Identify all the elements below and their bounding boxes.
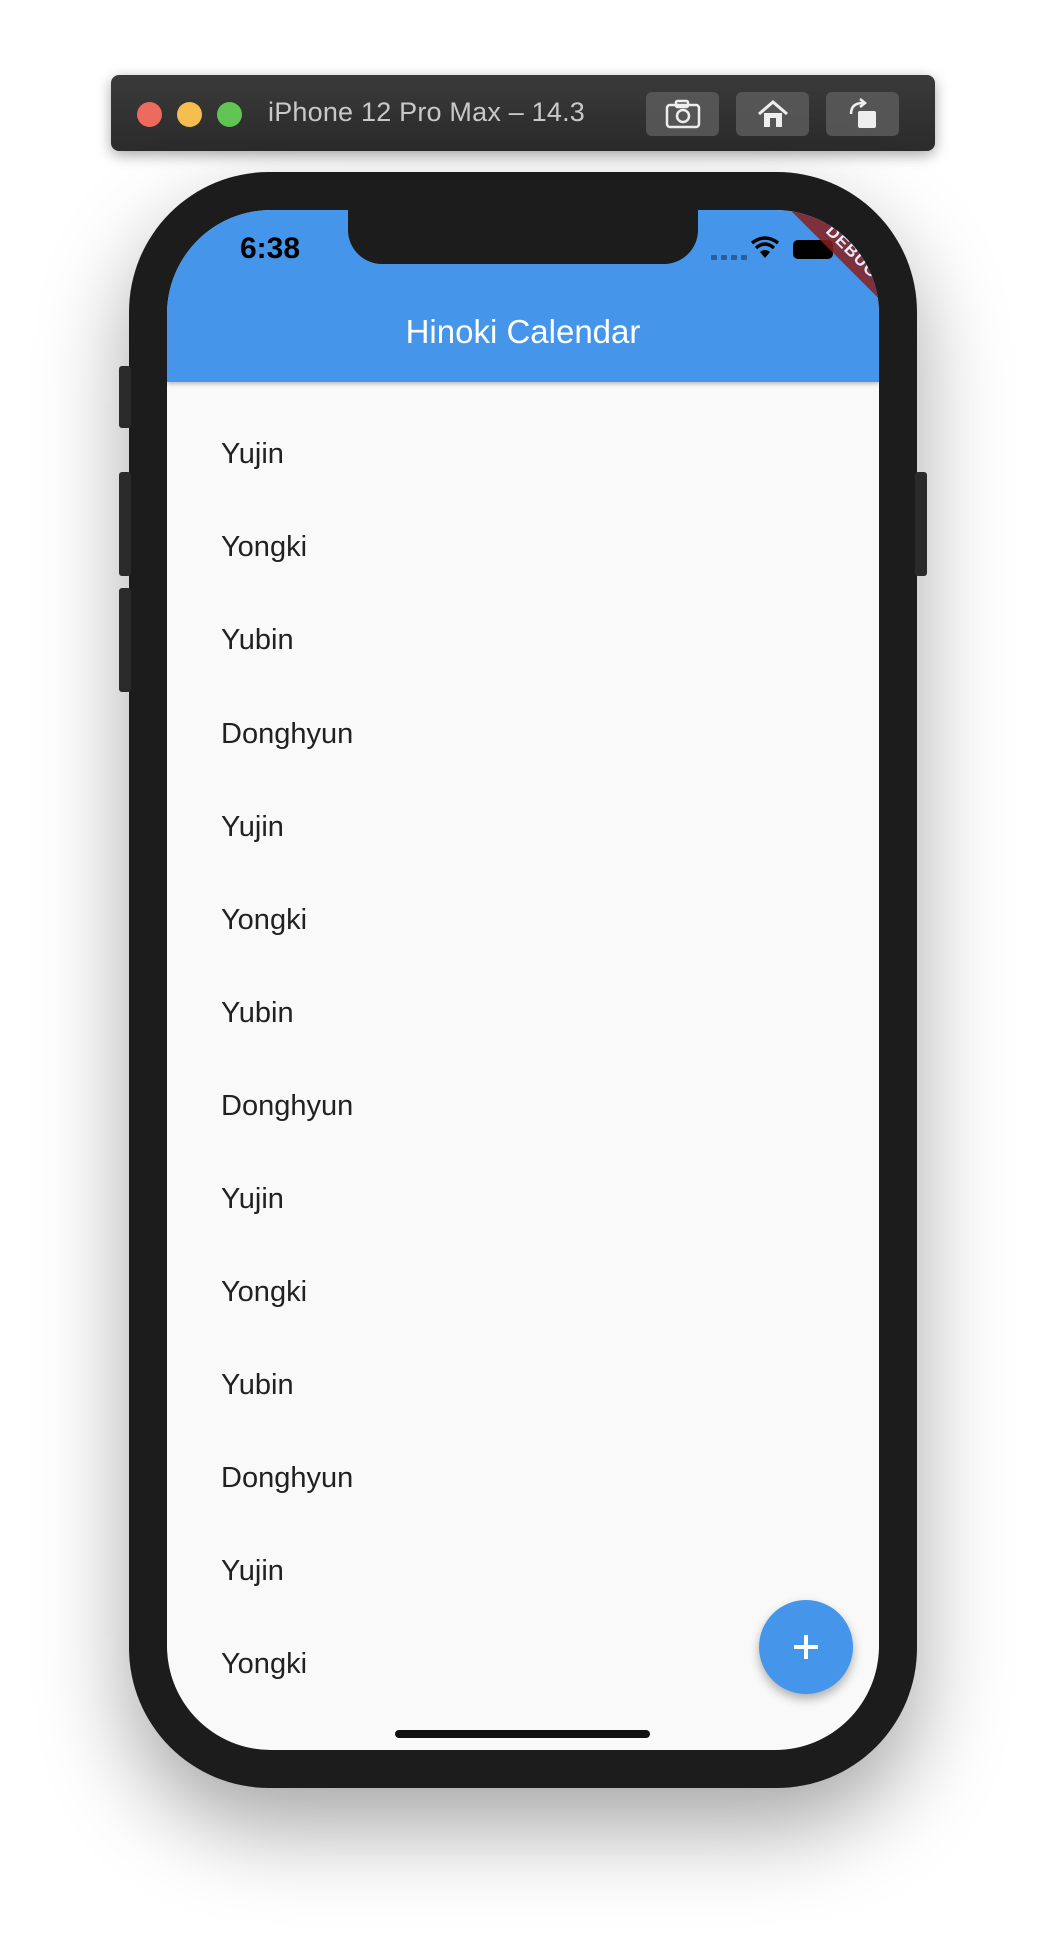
rotate-icon (849, 98, 876, 128)
simulator-title: iPhone 12 Pro Max – 14.3 (268, 97, 586, 127)
home-indicator (395, 1730, 650, 1738)
volume-down-button (119, 588, 131, 692)
list-item[interactable]: Yubin (221, 1369, 294, 1402)
list-item[interactable]: Yongki (221, 531, 307, 564)
list-item[interactable]: Donghyun (221, 1090, 353, 1123)
list-item[interactable]: Yujin (221, 1183, 284, 1216)
notch (348, 210, 698, 264)
close-window-button[interactable] (137, 102, 162, 127)
list-item[interactable]: Yujin (221, 438, 284, 471)
signal-icon (711, 255, 747, 260)
camera-icon (665, 99, 700, 129)
list-item[interactable]: Yongki (221, 1648, 307, 1681)
list-item[interactable]: Yujin (221, 811, 284, 844)
add-button[interactable] (759, 1600, 853, 1694)
volume-up-button (119, 472, 131, 576)
home-icon (757, 100, 788, 127)
list-item[interactable]: Yubin (221, 624, 294, 657)
mute-switch (119, 366, 131, 428)
power-button (915, 472, 927, 576)
plus-icon (794, 1635, 818, 1659)
home-button[interactable] (736, 92, 809, 136)
status-time: 6:38 (240, 232, 301, 265)
list-item[interactable]: Donghyun (221, 1462, 353, 1495)
list-item[interactable]: Yubin (221, 997, 294, 1030)
minimize-window-button[interactable] (177, 102, 202, 127)
list-item[interactable]: Yujin (221, 1555, 284, 1588)
zoom-window-button[interactable] (217, 102, 242, 127)
list-item[interactable]: Yongki (221, 904, 307, 937)
rotate-button[interactable] (826, 92, 899, 136)
list-item[interactable]: Donghyun (221, 718, 353, 751)
list-item[interactable]: Yongki (221, 1276, 307, 1309)
page-title: Hinoki Calendar (405, 313, 641, 350)
phone-screen: 6:38 Hinoki Calendar DEBUG Yujin Yongki … (167, 210, 879, 1750)
wifi-icon (750, 236, 780, 258)
screenshot-button[interactable] (646, 92, 719, 136)
